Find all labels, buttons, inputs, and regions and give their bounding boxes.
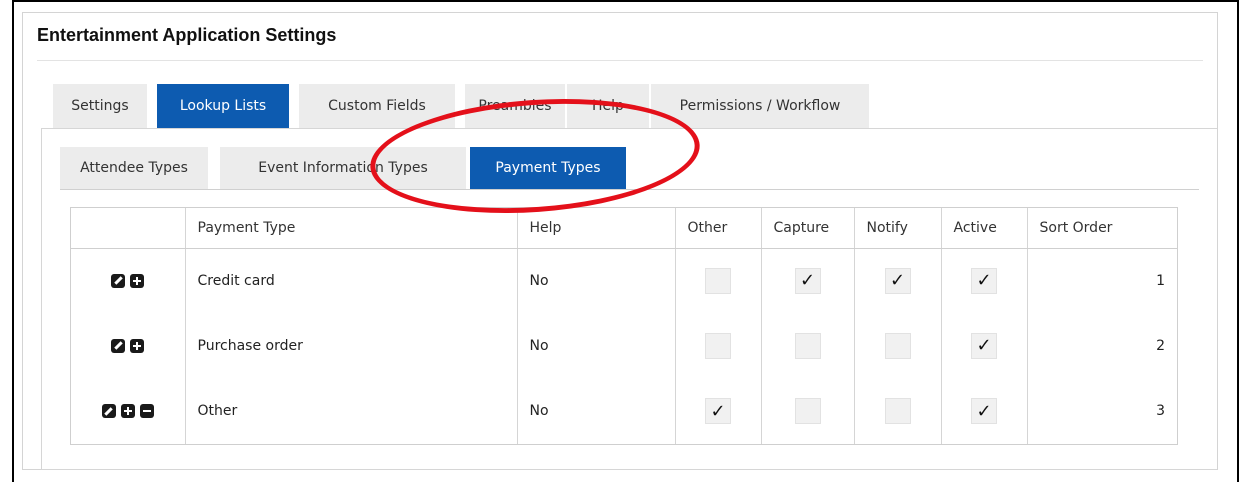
notify-checkbox[interactable] [884,332,911,359]
edit-icon[interactable] [101,404,116,419]
table-row: Purchase order No ✓ 2 [71,313,1177,379]
notify-checkbox[interactable] [884,398,911,425]
tab-lookup-lists[interactable]: Lookup Lists [157,84,289,128]
header-payment-type: Payment Type [184,208,517,249]
edit-icon[interactable] [111,338,126,353]
other-checkbox[interactable] [705,332,731,359]
add-icon[interactable] [120,404,135,419]
tab-preambles[interactable]: Preambles [465,84,565,128]
edit-icon[interactable] [111,273,126,288]
subtabs-divider [60,189,1199,190]
header-capture: Capture [760,208,854,249]
help-value: No [516,378,675,444]
subtab-payment-types[interactable]: Payment Types [470,147,626,189]
notify-cell: ✓ [853,248,941,314]
capture-cell [760,378,854,444]
active-checkbox[interactable]: ✓ [971,267,997,294]
tab-custom-fields[interactable]: Custom Fields [299,84,455,128]
payment-type-name: Purchase order [184,313,517,379]
header-help: Help [516,208,675,249]
notify-checkbox[interactable]: ✓ [884,267,911,294]
row-actions [71,313,185,378]
add-icon[interactable] [130,338,145,353]
notify-cell [853,313,941,379]
header-sort-order: Sort Order [1026,208,1177,249]
sort-order-value: 3 [1026,378,1177,444]
table-header-row: Payment Type Help Other Capture Notify A… [71,208,1177,249]
page-title: Entertainment Application Settings [37,25,337,45]
help-value: No [516,313,675,379]
payment-type-name: Other [184,378,517,444]
tab-permissions-workflow[interactable]: Permissions / Workflow [651,84,869,128]
active-cell: ✓ [940,313,1027,379]
other-checkbox[interactable]: ✓ [705,398,731,425]
capture-cell [760,313,854,379]
other-checkbox[interactable] [705,267,731,294]
sort-order-value: 2 [1026,313,1177,379]
header-actions [71,208,185,249]
active-cell: ✓ [940,378,1027,444]
table-row: Credit card No ✓ ✓ ✓ 1 [71,248,1177,314]
row-actions [71,248,185,313]
payment-type-name: Credit card [184,248,517,314]
active-checkbox[interactable]: ✓ [971,332,997,359]
help-value: No [516,248,675,314]
subtab-attendee-types[interactable]: Attendee Types [60,147,208,189]
capture-checkbox[interactable]: ✓ [794,267,821,294]
tab-settings[interactable]: Settings [53,84,147,128]
lookup-lists-content: Attendee Types Event Information Types P… [41,128,1217,470]
header-notify: Notify [853,208,941,249]
capture-cell: ✓ [760,248,854,314]
sort-order-value: 1 [1026,248,1177,314]
header-other: Other [674,208,761,249]
payment-types-table: Payment Type Help Other Capture Notify A… [70,207,1178,445]
table-row: Other No ✓ ✓ 3 [71,378,1177,444]
active-cell: ✓ [940,248,1027,314]
other-cell [674,248,761,314]
tab-help[interactable]: Help [567,84,649,128]
other-cell: ✓ [674,378,761,444]
title-divider [37,60,1203,61]
header-active: Active [940,208,1027,249]
other-cell [674,313,761,379]
active-checkbox[interactable]: ✓ [971,398,997,425]
capture-checkbox[interactable] [794,398,821,425]
capture-checkbox[interactable] [794,332,821,359]
add-icon[interactable] [130,273,145,288]
row-actions [71,379,185,444]
subtab-event-information-types[interactable]: Event Information Types [220,147,466,189]
remove-icon[interactable] [139,404,154,419]
notify-cell [853,378,941,444]
settings-panel: Entertainment Application Settings Setti… [22,12,1218,470]
